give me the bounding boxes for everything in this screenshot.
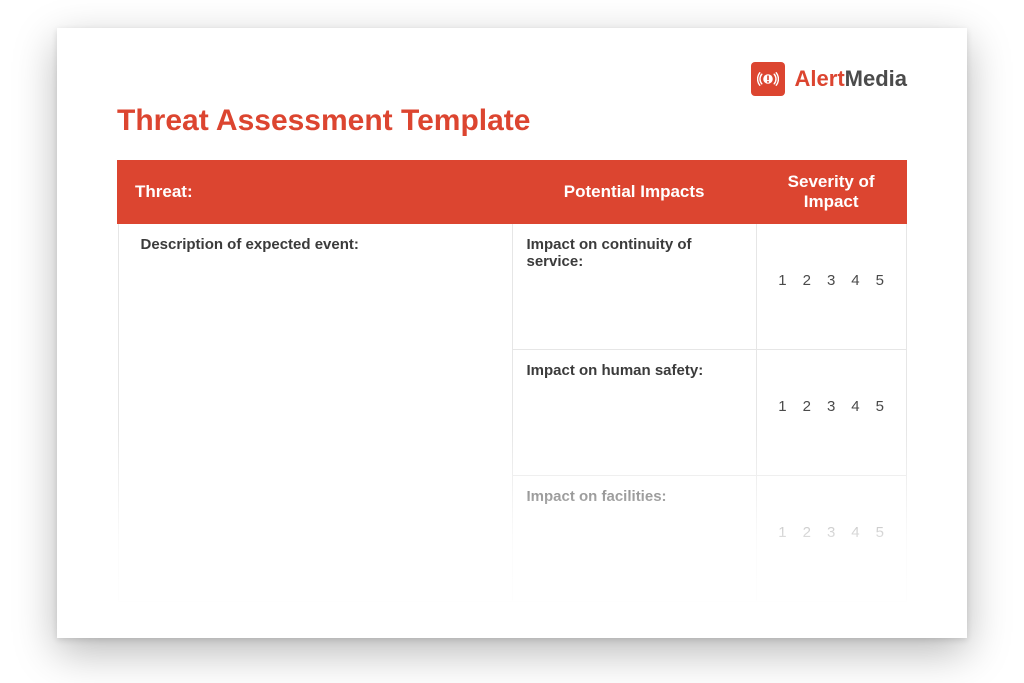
rating-scale: 1 2 3 4 5 xyxy=(771,272,892,289)
rating-option[interactable]: 1 xyxy=(778,272,786,289)
impact-continuity-label: Impact on continuity of service: xyxy=(527,236,692,270)
rating-scale: 1 2 3 4 5 xyxy=(771,398,892,415)
rating-option[interactable]: 5 xyxy=(876,398,884,415)
impact-safety-cell[interactable]: Impact on human safety: xyxy=(512,349,756,475)
description-label: Description of expected event: xyxy=(141,236,359,253)
rating-option[interactable]: 4 xyxy=(851,524,859,541)
rating-option[interactable]: 2 xyxy=(803,272,811,289)
description-cell[interactable]: Description of expected event: xyxy=(118,223,512,601)
header-impacts: Potential Impacts xyxy=(512,161,756,223)
alert-icon xyxy=(751,62,785,96)
impact-safety-label: Impact on human safety: xyxy=(527,362,704,379)
brand-media-text: Media xyxy=(845,66,907,91)
rating-option[interactable]: 4 xyxy=(851,398,859,415)
brand-alert-text: Alert xyxy=(795,66,845,91)
page-title: Threat Assessment Template xyxy=(117,104,907,138)
document-page: AlertMedia Threat Assessment Template Th… xyxy=(57,28,967,638)
rating-scale: 1 2 3 4 5 xyxy=(771,524,892,541)
table-header-row: Threat: Potential Impacts Severity of Im… xyxy=(118,161,906,223)
rating-option[interactable]: 5 xyxy=(876,524,884,541)
header-severity: Severity of Impact xyxy=(756,161,906,223)
rating-option[interactable]: 3 xyxy=(827,272,835,289)
rating-option[interactable]: 3 xyxy=(827,524,835,541)
assessment-table: Threat: Potential Impacts Severity of Im… xyxy=(117,160,907,602)
rating-option[interactable]: 1 xyxy=(778,398,786,415)
severity-facilities-cell[interactable]: 1 2 3 4 5 xyxy=(756,475,906,601)
rating-option[interactable]: 4 xyxy=(851,272,859,289)
rating-option[interactable]: 3 xyxy=(827,398,835,415)
rating-option[interactable]: 2 xyxy=(803,524,811,541)
brand-name: AlertMedia xyxy=(795,66,907,92)
rating-option[interactable]: 5 xyxy=(876,272,884,289)
rating-option[interactable]: 1 xyxy=(778,524,786,541)
impact-facilities-label: Impact on facilities: xyxy=(527,488,667,505)
brand-logo: AlertMedia xyxy=(751,62,907,96)
severity-continuity-cell[interactable]: 1 2 3 4 5 xyxy=(756,223,906,349)
impact-continuity-cell[interactable]: Impact on continuity of service: xyxy=(512,223,756,349)
impact-facilities-cell[interactable]: Impact on facilities: xyxy=(512,475,756,601)
header-threat: Threat: xyxy=(118,161,512,223)
severity-safety-cell[interactable]: 1 2 3 4 5 xyxy=(756,349,906,475)
rating-option[interactable]: 2 xyxy=(803,398,811,415)
table-row: Description of expected event: Impact on… xyxy=(118,223,906,349)
